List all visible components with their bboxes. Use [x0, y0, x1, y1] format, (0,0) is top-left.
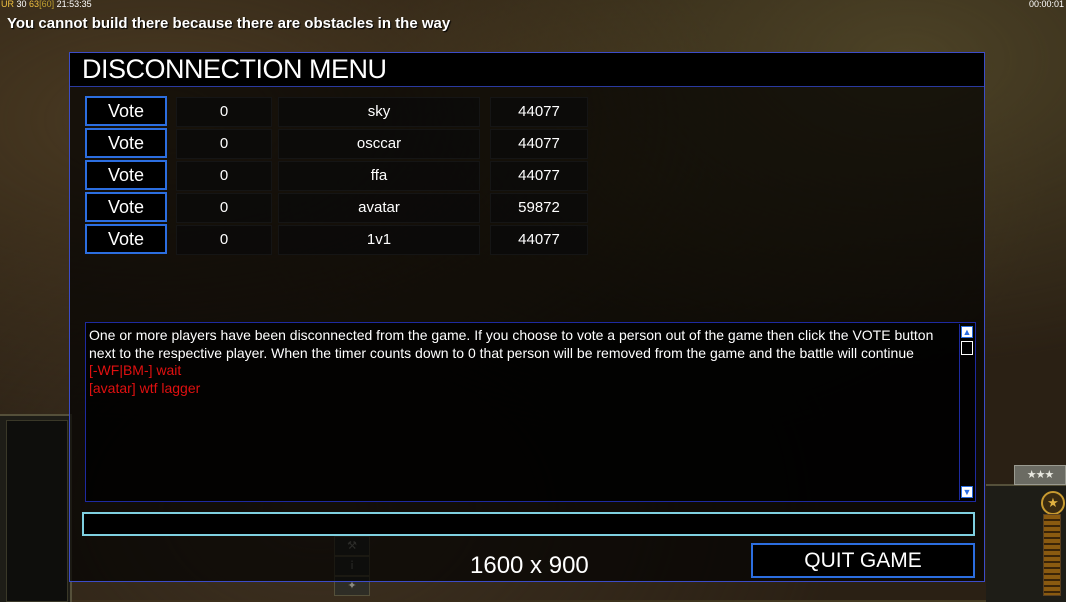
- player-name: 1v1: [278, 225, 480, 255]
- ur-value: 30: [16, 0, 27, 9]
- chat-message: [avatar] wtf lagger: [89, 379, 201, 396]
- player-timer: 0: [176, 129, 272, 159]
- resolution-label: 1600 x 900: [470, 552, 589, 579]
- player-id: 44077: [490, 97, 588, 127]
- vote-button[interactable]: Vote: [85, 160, 167, 190]
- vote-button[interactable]: Vote: [85, 224, 167, 254]
- game-notice: You cannot build there because there are…: [7, 15, 451, 32]
- chat-input[interactable]: [82, 512, 975, 536]
- clock: 21:53:35: [56, 0, 92, 9]
- player-timer: 0: [176, 161, 272, 191]
- quit-game-button[interactable]: QUIT GAME: [751, 543, 975, 578]
- system-message: One or more players have been disconnect…: [89, 327, 934, 361]
- fps-value: 63: [29, 0, 40, 9]
- player-id: 44077: [490, 225, 588, 255]
- power-meter: [1043, 514, 1061, 596]
- player-id: 59872: [490, 193, 588, 223]
- three-stars-icon: ★★★: [1014, 465, 1066, 485]
- dialog-title: DISCONNECTION MENU: [82, 54, 387, 84]
- vote-button[interactable]: Vote: [85, 192, 167, 222]
- chat-message: [-WF|BM-] wait: [89, 362, 182, 378]
- player-id: 44077: [490, 129, 588, 159]
- player-name: sky: [278, 97, 480, 127]
- chat-messages: One or more players have been disconnect…: [89, 327, 957, 397]
- player-name: ffa: [278, 161, 480, 191]
- scroll-up-icon[interactable]: ▲: [961, 326, 973, 338]
- fps-max: [60]: [39, 0, 55, 9]
- player-id: 44077: [490, 161, 588, 191]
- player-timer: 0: [176, 225, 272, 255]
- game-timer: 00:00:01: [1028, 0, 1064, 9]
- vote-button[interactable]: Vote: [85, 96, 167, 126]
- vote-button[interactable]: Vote: [85, 128, 167, 158]
- chat-log[interactable]: One or more players have been disconnect…: [85, 322, 976, 502]
- player-name: osccar: [278, 129, 480, 159]
- chat-scrollbar[interactable]: ▲ ▼: [959, 324, 974, 500]
- radar-frame: [6, 420, 68, 602]
- scroll-thumb[interactable]: [961, 341, 973, 355]
- status-bar: UR 30 63[60] 21:53:35 00:00:01: [0, 0, 1066, 10]
- star-medal-icon: ★: [1041, 491, 1065, 515]
- dialog-header: DISCONNECTION MENU: [70, 53, 984, 87]
- ur-label: UR: [1, 0, 14, 9]
- player-name: avatar: [278, 193, 480, 223]
- scroll-down-icon[interactable]: ▼: [961, 486, 973, 498]
- perf-readout: UR 30 63[60] 21:53:35: [1, 0, 92, 9]
- player-timer: 0: [176, 193, 272, 223]
- player-timer: 0: [176, 97, 272, 127]
